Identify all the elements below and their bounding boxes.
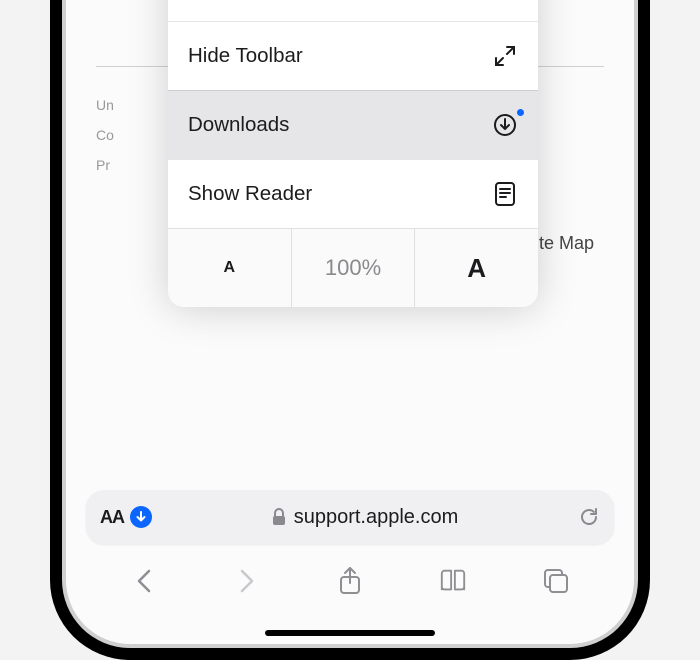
home-indicator[interactable] bbox=[265, 630, 435, 636]
download-circle-icon bbox=[492, 113, 518, 137]
bottom-toolbar bbox=[66, 554, 634, 608]
expand-arrows-icon bbox=[492, 45, 518, 67]
page-settings-popover: Show IP Address Request Desktop Website … bbox=[168, 0, 538, 307]
menu-show-reader[interactable]: Show Reader bbox=[168, 159, 538, 228]
menu-label: Hide Toolbar bbox=[188, 44, 303, 68]
zoom-in-button[interactable]: A bbox=[414, 229, 538, 307]
zoom-out-button[interactable]: A bbox=[168, 229, 291, 307]
share-button[interactable] bbox=[336, 567, 364, 595]
tabs-button[interactable] bbox=[542, 567, 570, 595]
zoom-controls: A 100% A bbox=[168, 228, 538, 307]
menu-downloads[interactable]: Downloads bbox=[168, 90, 538, 159]
lock-icon bbox=[272, 508, 286, 526]
download-indicator-icon[interactable] bbox=[130, 506, 152, 528]
back-button[interactable] bbox=[130, 567, 158, 595]
url-bar[interactable]: AA support.apple.com bbox=[86, 490, 614, 544]
screen: Un Co Pr Site Map Show IP Address Reques… bbox=[66, 0, 634, 644]
iphone-frame: Un Co Pr Site Map Show IP Address Reques… bbox=[50, 0, 650, 660]
menu-hide-toolbar[interactable]: Hide Toolbar bbox=[168, 21, 538, 90]
reader-icon bbox=[492, 182, 518, 206]
menu-request-desktop[interactable]: Request Desktop Website bbox=[168, 0, 538, 21]
forward-button[interactable] bbox=[233, 567, 261, 595]
menu-label: Downloads bbox=[188, 113, 289, 137]
zoom-level: 100% bbox=[291, 229, 415, 307]
url-domain: support.apple.com bbox=[294, 506, 459, 529]
url-bar-container: AA support.apple.com bbox=[86, 490, 614, 544]
downloads-badge-dot bbox=[517, 109, 524, 116]
menu-label: Show Reader bbox=[188, 182, 312, 206]
page-settings-button[interactable]: AA bbox=[100, 507, 124, 528]
iphone-inner-frame: Un Co Pr Site Map Show IP Address Reques… bbox=[62, 0, 638, 648]
bookmarks-button[interactable] bbox=[439, 567, 467, 595]
reload-button[interactable] bbox=[578, 506, 600, 528]
